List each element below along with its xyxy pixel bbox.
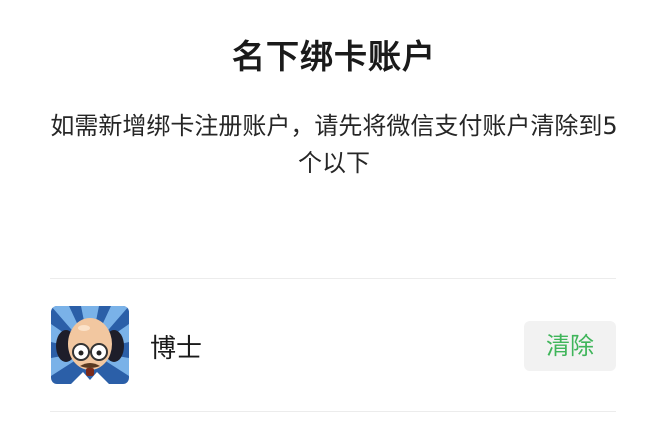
divider <box>50 411 616 412</box>
account-row: 博士 清除 <box>50 306 616 386</box>
divider <box>50 278 616 279</box>
account-name: 博士 <box>150 334 203 364</box>
avatar <box>51 306 129 384</box>
clear-button[interactable]: 清除 <box>524 321 616 371</box>
description-text: 如需新增绑卡注册账户，请先将微信支付账户清除到5个以下 <box>50 112 618 177</box>
cartoon-doctor-avatar-icon <box>51 306 129 384</box>
page-title: 名下绑卡账户 <box>232 37 436 76</box>
